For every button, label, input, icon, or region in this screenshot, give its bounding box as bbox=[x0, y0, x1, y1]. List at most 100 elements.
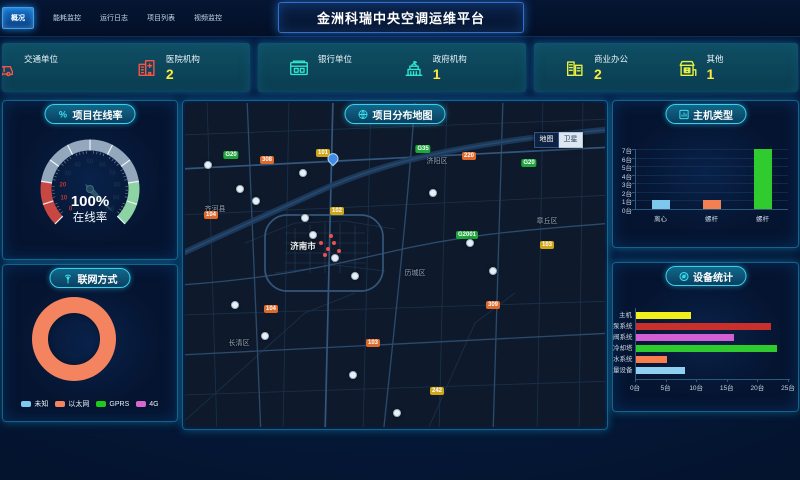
panel-header-network: 联网方式 bbox=[50, 268, 131, 288]
y-axis-label: 3台 bbox=[613, 179, 632, 189]
legend-item[interactable]: GPRS bbox=[96, 399, 129, 409]
nav-tab-energy-monitor[interactable]: 能耗监控 bbox=[53, 13, 81, 23]
city-label: 济南市 bbox=[290, 240, 316, 252]
map-type-button[interactable]: 卫星 bbox=[559, 132, 583, 148]
signal-icon bbox=[63, 273, 74, 284]
stat-text: 交通单位 bbox=[24, 53, 58, 82]
svg-text:%: % bbox=[59, 109, 67, 119]
bar bbox=[754, 149, 772, 209]
poi-marker[interactable] bbox=[236, 185, 244, 193]
panel-header-host-type: 主机类型 bbox=[665, 104, 746, 124]
stat-label: 其他 bbox=[707, 53, 724, 65]
nav-tab-video-monitor[interactable]: 视频监控 bbox=[194, 13, 222, 23]
poi-marker[interactable] bbox=[466, 239, 474, 247]
x-axis-label: 15台 bbox=[717, 382, 737, 392]
stat-item: 政府机构 1 bbox=[403, 43, 467, 92]
stat-label: 医院机构 bbox=[166, 53, 200, 65]
panel-header-map: 项目分布地图 bbox=[345, 104, 446, 124]
legend-label: 以太网 bbox=[68, 399, 89, 409]
panel-header-online-rate: % 项目在线率 bbox=[45, 104, 136, 124]
svg-text:0: 0 bbox=[69, 206, 73, 212]
y-axis-label: 1台 bbox=[613, 196, 632, 206]
route-shield: 104 bbox=[204, 211, 218, 219]
poi-marker[interactable] bbox=[349, 371, 357, 379]
legend-swatch bbox=[21, 401, 31, 407]
stat-label: 交通单位 bbox=[24, 53, 58, 65]
stat-label: 商业办公 bbox=[594, 53, 628, 65]
hbar bbox=[636, 334, 734, 341]
legend-item[interactable]: 以太网 bbox=[55, 399, 89, 409]
x-axis-label: 螺杆 bbox=[748, 213, 778, 223]
nav-tab-run-log[interactable]: 运行日志 bbox=[100, 13, 128, 23]
car-icon bbox=[2, 57, 16, 79]
poi-marker[interactable] bbox=[252, 197, 260, 205]
poi-marker[interactable] bbox=[331, 254, 339, 262]
stat-label: 银行单位 bbox=[318, 53, 352, 65]
panel-title-text: 设备统计 bbox=[693, 269, 733, 284]
stat-card: 交通单位 医院机构2 bbox=[2, 43, 250, 92]
map-type-button[interactable]: 地图 bbox=[534, 132, 559, 148]
stat-value: 1 bbox=[707, 67, 724, 82]
poi-marker[interactable] bbox=[309, 231, 317, 239]
map-type-toggle: 地图卫星 bbox=[534, 132, 583, 148]
poi-marker[interactable] bbox=[351, 272, 359, 280]
panel-host-type: 主机类型 0台1台2台3台4台5台6台7台离心螺杆螺杆 bbox=[612, 100, 799, 248]
dashboard-root: 概况 能耗监控 运行日志 项目列表 视频监控 金洲科瑞中央空调运维平台 交通单位 医院机构… bbox=[0, 0, 800, 480]
svg-text:100: 100 bbox=[104, 206, 115, 212]
poi-marker[interactable] bbox=[429, 189, 437, 197]
panel-title-text: 项目分布地图 bbox=[373, 107, 433, 122]
stat-text: 医院机构2 bbox=[166, 53, 200, 82]
panel-title-text: 项目在线率 bbox=[73, 107, 123, 122]
cluster-dot bbox=[319, 241, 323, 245]
poi-marker[interactable] bbox=[299, 169, 307, 177]
poi-marker[interactable] bbox=[301, 214, 309, 222]
government-icon bbox=[403, 57, 425, 79]
legend-swatch bbox=[96, 401, 106, 407]
axis-tick bbox=[788, 379, 789, 382]
bar bbox=[652, 200, 670, 209]
legend-item[interactable]: 4G bbox=[136, 399, 158, 409]
route-shield: 220 bbox=[462, 152, 476, 160]
poi-marker[interactable] bbox=[204, 161, 212, 169]
map-canvas[interactable]: 济南市齐河县济阳区章丘区长清区历城区G20308101G35220G201041… bbox=[185, 103, 605, 427]
svg-text:100%: 100% bbox=[71, 193, 109, 210]
cluster-dot bbox=[329, 234, 333, 238]
route-shield: 102 bbox=[330, 207, 344, 215]
stat-label: 政府机构 bbox=[433, 53, 467, 65]
page-title-text: 金洲科瑞中央空调运维平台 bbox=[317, 8, 485, 27]
category-label: 量设备 bbox=[613, 367, 632, 374]
svg-text:70: 70 bbox=[109, 171, 116, 177]
poi-marker[interactable] bbox=[489, 267, 497, 275]
globe-icon bbox=[358, 109, 369, 120]
y-axis-label: 4台 bbox=[613, 171, 632, 181]
x-axis-label: 5台 bbox=[656, 382, 676, 392]
x-axis-label: 螺杆 bbox=[697, 213, 727, 223]
y-axis-label: 7台 bbox=[613, 145, 632, 155]
shop-icon bbox=[677, 57, 699, 79]
route-shield: 309 bbox=[486, 301, 500, 309]
poi-marker[interactable] bbox=[231, 301, 239, 309]
nav-tabs: 概况 能耗监控 运行日志 项目列表 视频监控 bbox=[0, 0, 222, 36]
route-shield: G20 bbox=[223, 151, 238, 159]
office-icon bbox=[564, 57, 586, 79]
legend-label: GPRS bbox=[109, 401, 129, 408]
bank-icon bbox=[288, 57, 310, 79]
district-label: 长清区 bbox=[229, 338, 250, 348]
stat-value: 1 bbox=[433, 67, 467, 82]
hospital-icon bbox=[136, 57, 158, 79]
hbar bbox=[636, 312, 691, 319]
route-shield: 308 bbox=[260, 156, 274, 164]
nav-tab-project-list[interactable]: 项目列表 bbox=[147, 13, 175, 23]
poi-marker[interactable] bbox=[393, 409, 401, 417]
district-label: 历城区 bbox=[405, 268, 426, 278]
legend-item[interactable]: 未知 bbox=[21, 399, 48, 409]
panel-network-mode: 联网方式 未知 以太网 GPRS 4G bbox=[2, 264, 178, 422]
district-label: 章丘区 bbox=[537, 216, 558, 226]
nav-tab-overview[interactable]: 概况 bbox=[2, 7, 34, 29]
legend-swatch bbox=[55, 401, 65, 407]
device-icon bbox=[678, 271, 689, 282]
legend-swatch bbox=[136, 401, 146, 407]
hbar bbox=[636, 345, 777, 352]
poi-marker[interactable] bbox=[261, 332, 269, 340]
svg-text:20: 20 bbox=[59, 183, 66, 189]
